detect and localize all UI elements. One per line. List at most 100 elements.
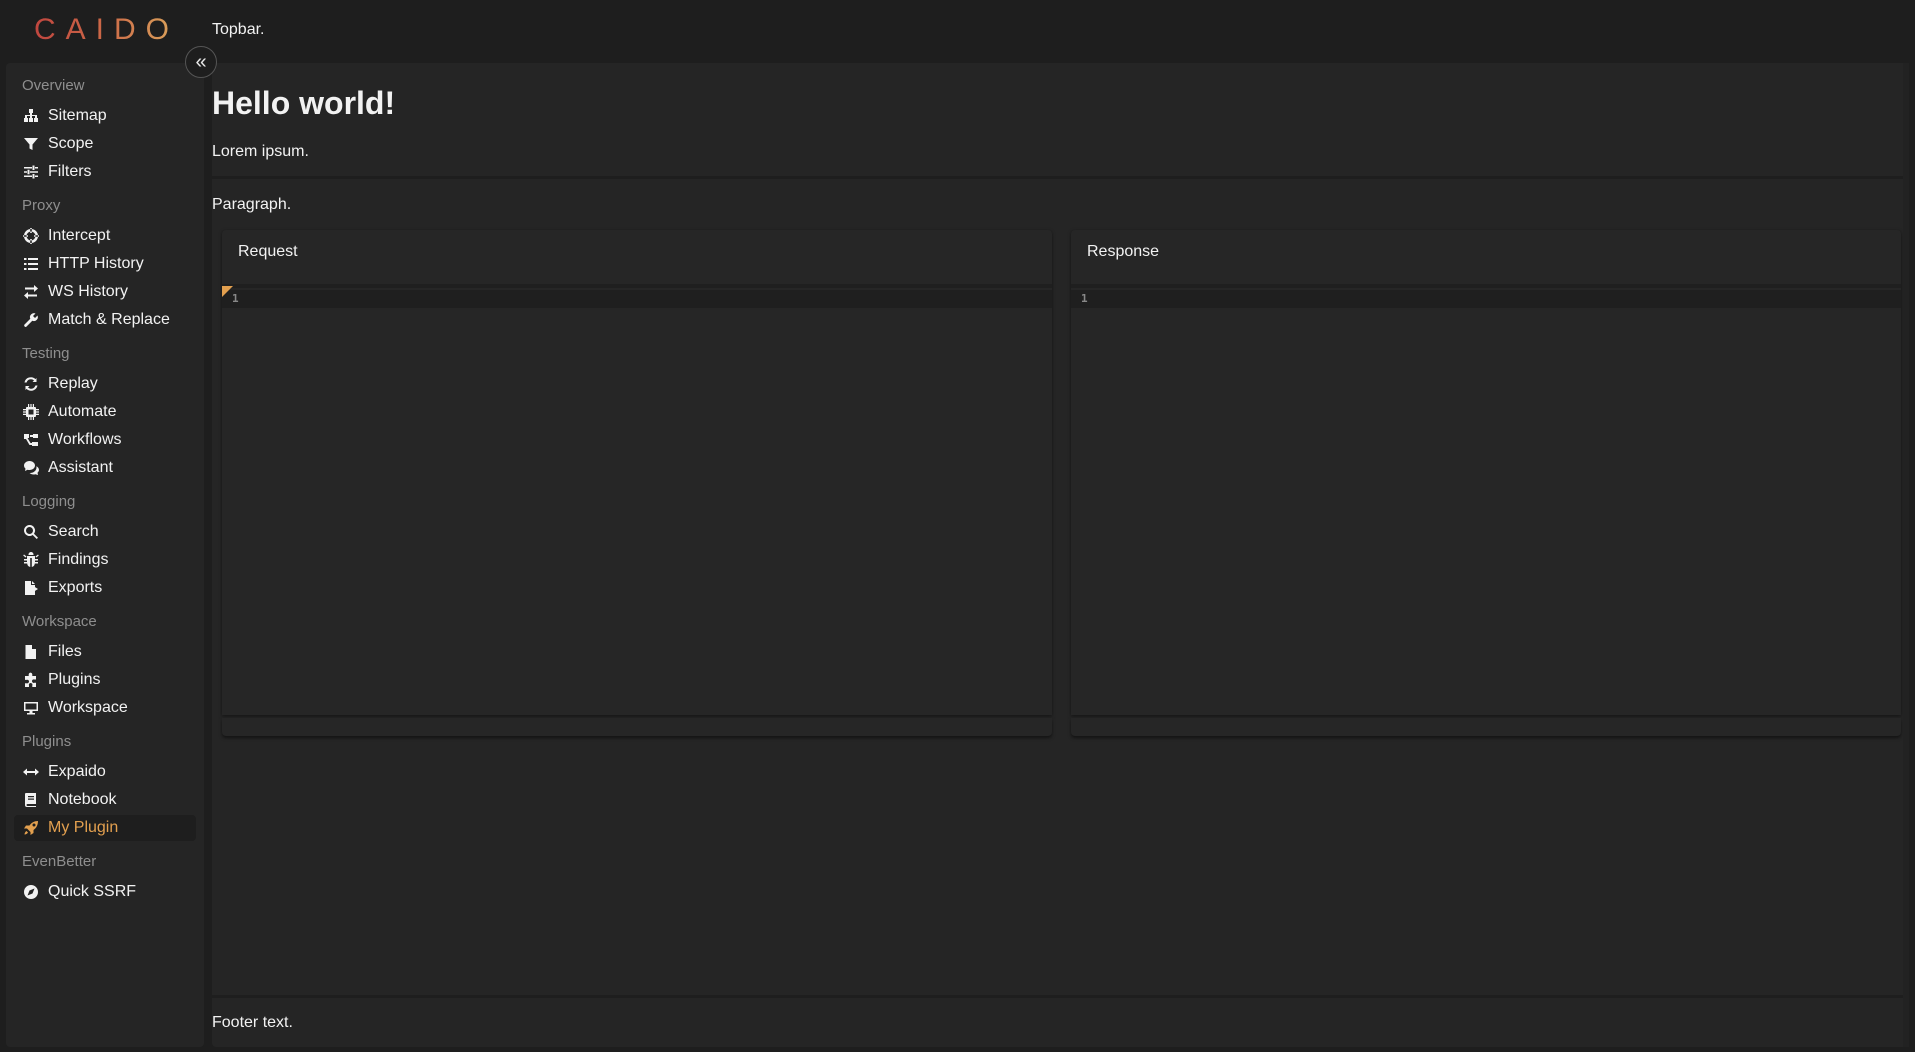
sidebar-item-plugins[interactable]: Plugins	[14, 667, 196, 693]
request-panel-footer	[222, 718, 1052, 736]
sidebar-item-label: Intercept	[48, 227, 111, 244]
sidebar-item-expaido[interactable]: Expaido	[14, 759, 196, 785]
bug-icon	[22, 551, 40, 569]
sidebar-item-http-history[interactable]: HTTP History	[14, 251, 196, 277]
response-panel: Response 1	[1071, 230, 1901, 738]
nav-group-workspace: Workspace Files Plugins Workspace	[14, 611, 196, 721]
sidebar-item-label: My Plugin	[48, 819, 119, 836]
sliders-icon	[22, 163, 40, 181]
request-panel: Request 1	[222, 230, 1052, 738]
sidebar-item-workflows[interactable]: Workflows	[14, 427, 196, 453]
nav-group-plugins: Plugins Expaido Notebook My Plugin	[14, 731, 196, 841]
caido-logo: CAIDO	[34, 13, 180, 46]
sidebar-item-label: Assistant	[48, 459, 113, 476]
sidebar-item-automate[interactable]: Automate	[14, 399, 196, 425]
sidebar-item-filters[interactable]: Filters	[14, 159, 196, 185]
diagram-icon	[22, 431, 40, 449]
wrench-icon	[22, 311, 40, 329]
file-export-icon	[22, 579, 40, 597]
app-root: CAIDO Topbar. « Overview Sitemap Scope Filt…	[0, 0, 1915, 1052]
request-editor-line[interactable]: 1	[222, 290, 1052, 308]
sidebar-item-notebook[interactable]: Notebook	[14, 787, 196, 813]
sidebar-item-label: Workspace	[48, 699, 128, 716]
sidebar-item-exports[interactable]: Exports	[14, 575, 196, 601]
sidebar-item-label: Match & Replace	[48, 311, 170, 328]
sidebar-item-label: Scope	[48, 135, 94, 152]
sidebar-item-findings[interactable]: Findings	[14, 547, 196, 573]
footer-text: Footer text.	[212, 1014, 293, 1031]
sidebar-item-label: Findings	[48, 551, 109, 568]
nav-group-title: EvenBetter	[22, 853, 97, 870]
sidebar-item-label: Expaido	[48, 763, 106, 780]
response-panel-footer	[1071, 718, 1901, 736]
line-number: 1	[1081, 292, 1088, 305]
sidebar-item-ws-history[interactable]: WS History	[14, 279, 196, 305]
sidebar-item-label: Sitemap	[48, 107, 107, 124]
nav-group-proxy: Proxy Intercept HTTP History WS History Matc…	[14, 195, 196, 333]
double-chevron-left-icon: «	[195, 51, 207, 73]
compass-icon	[22, 883, 40, 901]
list-icon	[22, 255, 40, 273]
sidebar-item-my-plugin[interactable]: My Plugin	[14, 815, 196, 841]
nav-group-title: Overview	[22, 77, 85, 94]
sidebar-item-search[interactable]: Search	[14, 519, 196, 545]
sidebar-item-intercept[interactable]: Intercept	[14, 223, 196, 249]
nav-group-overview: Overview Sitemap Scope Filters	[14, 75, 196, 185]
filter-funnel-icon	[22, 135, 40, 153]
arrows-exchange-icon	[22, 283, 40, 301]
sidebar-item-label: HTTP History	[48, 255, 144, 272]
comments-icon	[22, 459, 40, 477]
book-icon	[22, 791, 40, 809]
file-icon	[22, 643, 40, 661]
sidebar-item-label: Workflows	[48, 431, 122, 448]
fold-marker-icon	[222, 286, 233, 297]
sidebar-item-label: Files	[48, 643, 82, 660]
sidebar: Overview Sitemap Scope Filters Proxy Intercep…	[6, 63, 204, 1047]
search-icon	[22, 523, 40, 541]
nav-group-title: Proxy	[22, 197, 61, 214]
sidebar-item-scope[interactable]: Scope	[14, 131, 196, 157]
sidebar-item-label: Search	[48, 523, 99, 540]
response-editor-line[interactable]: 1	[1071, 290, 1901, 308]
footer-divider	[212, 995, 1909, 998]
sidebar-item-replay[interactable]: Replay	[14, 371, 196, 397]
refresh-icon	[22, 375, 40, 393]
request-panel-body: Request 1	[222, 230, 1052, 715]
sidebar-item-sitemap[interactable]: Sitemap	[14, 103, 196, 129]
nav-group-logging: Logging Search Findings Exports	[14, 491, 196, 601]
response-panel-title: Response	[1087, 243, 1160, 260]
page-title: Hello world!	[212, 85, 396, 121]
nav-group-evenbetter: EvenBetter Quick SSRF	[14, 851, 196, 905]
request-panel-title: Request	[238, 243, 298, 260]
page-subtitle: Lorem ipsum.	[212, 143, 309, 160]
sidebar-item-label: Quick SSRF	[48, 883, 137, 900]
sidebar-item-quick-ssrf[interactable]: Quick SSRF	[14, 879, 196, 905]
desktop-icon	[22, 699, 40, 717]
main-content: Hello world! Lorem ipsum. Paragraph. Req…	[212, 63, 1909, 1047]
microchip-icon	[22, 403, 40, 421]
crosshairs-icon	[22, 227, 40, 245]
scrollbar[interactable]	[1903, 63, 1909, 1047]
page-header: Hello world! Lorem ipsum.	[212, 63, 1909, 179]
nav-group-title: Workspace	[22, 613, 97, 630]
sidebar-item-label: Filters	[48, 163, 92, 180]
puzzle-icon	[22, 671, 40, 689]
rocket-icon	[22, 819, 40, 837]
sidebar-item-workspace[interactable]: Workspace	[14, 695, 196, 721]
arrows-horizontal-icon	[22, 763, 40, 781]
sidebar-item-label: Plugins	[48, 671, 101, 688]
paragraph-text: Paragraph.	[212, 196, 292, 213]
sidebar-item-assistant[interactable]: Assistant	[14, 455, 196, 481]
collapse-sidebar-button[interactable]: «	[185, 46, 217, 78]
divider	[222, 284, 1052, 288]
sitemap-icon	[22, 107, 40, 125]
nav-group-title: Logging	[22, 493, 76, 510]
sidebar-item-files[interactable]: Files	[14, 639, 196, 665]
sidebar-item-label: Replay	[48, 375, 98, 392]
response-panel-body: Response 1	[1071, 230, 1901, 715]
nav-group-title: Plugins	[22, 733, 72, 750]
sidebar-item-match-replace[interactable]: Match & Replace	[14, 307, 196, 333]
sidebar-item-label: Exports	[48, 579, 103, 596]
nav-group-testing: Testing Replay Automate Workflows Assistant	[14, 343, 196, 481]
sidebar-item-label: Automate	[48, 403, 117, 420]
